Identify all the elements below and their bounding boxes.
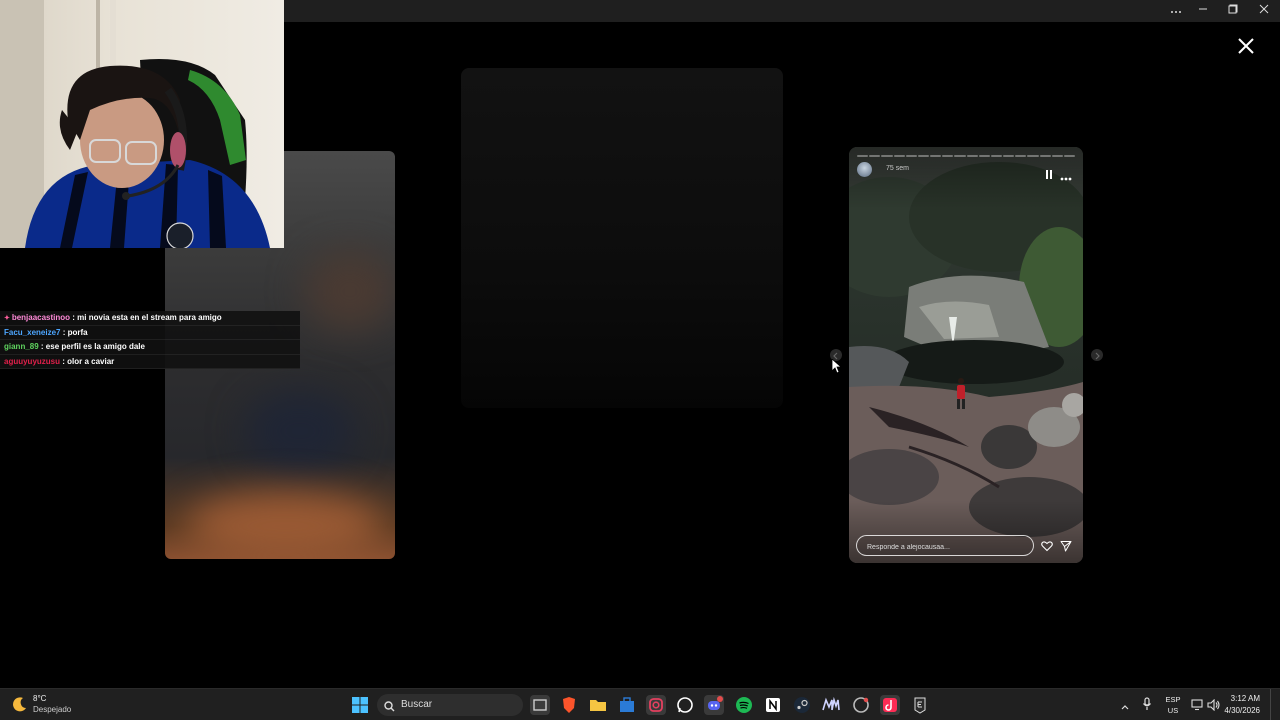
- heart-icon[interactable]: [1041, 539, 1053, 552]
- reply-input[interactable]: [857, 538, 1033, 557]
- chat-username: aguuyuyuzusu: [4, 356, 61, 366]
- search-icon: [384, 699, 395, 717]
- more-options-icon[interactable]: [1162, 3, 1190, 19]
- microphone-icon[interactable]: [1142, 697, 1152, 711]
- progress-segment: [954, 155, 966, 157]
- progress-segment: [1003, 155, 1015, 157]
- chat-message: ✦ benjaacastinoo : mi novia esta en el s…: [0, 311, 300, 326]
- taskbar: 8°C Despejado Buscar ESP US 3:12 AM 4/30…: [0, 688, 1280, 720]
- show-desktop-button[interactable]: [1270, 689, 1280, 720]
- cursor-icon: [831, 358, 843, 374]
- notion-icon[interactable]: [763, 695, 783, 715]
- chat-badge-icon: ✦: [4, 315, 12, 322]
- weather-temperature: 8°C: [33, 694, 47, 703]
- file-explorer-icon[interactable]: [588, 695, 608, 715]
- chat-message: Facu_xeneize7 : porfa: [0, 325, 300, 341]
- more-options-icon[interactable]: [1060, 168, 1072, 181]
- story-header: 75 sem: [857, 162, 1077, 181]
- webcam-feed: [0, 0, 284, 248]
- story-timestamp: 75 sem: [886, 165, 909, 172]
- steam-icon[interactable]: [792, 695, 812, 715]
- moon-weather-icon[interactable]: [12, 696, 28, 712]
- minimize-icon[interactable]: [1189, 3, 1217, 19]
- window-close-icon[interactable]: [1250, 3, 1278, 19]
- instagram-icon[interactable]: [646, 695, 666, 715]
- tiktok-icon[interactable]: [880, 695, 900, 715]
- mm-app-icon[interactable]: [821, 695, 841, 715]
- progress-segment: [966, 155, 978, 157]
- chat-text: : ese perfil es la amigo dale: [38, 342, 145, 352]
- chat-text: : olor a caviar: [60, 356, 115, 366]
- stream-chat: ✦ benjaacastinoo : mi novia esta en el s…: [0, 311, 300, 370]
- story-media[interactable]: [849, 147, 1083, 563]
- discord-icon[interactable]: [704, 695, 724, 715]
- windows-start-icon[interactable]: [352, 697, 368, 713]
- avatar[interactable]: [857, 162, 872, 177]
- pause-icon[interactable]: [1045, 166, 1053, 179]
- maximize-icon[interactable]: [1219, 3, 1247, 19]
- progress-segment: [930, 155, 942, 157]
- progress-segment: [869, 155, 881, 157]
- app-icon[interactable]: [851, 695, 871, 715]
- story-reply-field[interactable]: [856, 535, 1034, 557]
- whatsapp-icon[interactable]: [675, 695, 695, 715]
- progress-segment: [1063, 155, 1076, 157]
- chat-message: giann_89 : ese perfil es la amigo dale: [0, 340, 300, 355]
- clock[interactable]: 3:12 AM 4/30/2026: [1222, 693, 1260, 717]
- next-story-button[interactable]: [1091, 349, 1103, 361]
- clock-time: 3:12 AM: [1230, 694, 1260, 703]
- clock-date: 4/30/2026: [1224, 706, 1260, 715]
- story-placeholder-tile: [461, 68, 783, 408]
- progress-segment: [1039, 155, 1051, 157]
- search-label: Buscar: [401, 699, 433, 710]
- story-progress-bar: [857, 155, 1076, 157]
- weather-description: Despejado: [33, 705, 72, 714]
- epic-games-icon[interactable]: [910, 695, 930, 715]
- progress-segment: [917, 155, 930, 157]
- keyboard-layout: US: [1167, 706, 1179, 715]
- progress-segment: [1015, 155, 1027, 157]
- screen: ✦ benjaacastinoo : mi novia esta en el s…: [0, 0, 1280, 720]
- chevron-up-icon[interactable]: [1120, 699, 1130, 710]
- task-view-icon[interactable]: [530, 695, 550, 715]
- close-icon[interactable]: [1232, 32, 1260, 60]
- chat-username: giann_89: [4, 342, 39, 352]
- volume-icon[interactable]: [1207, 698, 1221, 712]
- chat-username: benjaacastinoo: [11, 313, 71, 322]
- progress-segment: [942, 155, 954, 157]
- progress-segment: [1027, 155, 1039, 157]
- brave-browser-icon[interactable]: [559, 695, 579, 715]
- network-icon[interactable]: [1191, 698, 1205, 711]
- taskbar-search[interactable]: Buscar: [377, 694, 523, 716]
- progress-segment: [905, 155, 917, 157]
- chat-username: Facu_xeneize7: [4, 327, 61, 337]
- progress-segment: [857, 155, 869, 157]
- chat-message: aguuyuyuzusu : olor a caviar: [0, 354, 300, 370]
- language-indicator[interactable]: ESP: [1162, 695, 1184, 704]
- send-icon[interactable]: [1060, 539, 1072, 552]
- chat-text: : porfa: [60, 327, 88, 337]
- microsoft-store-icon[interactable]: [617, 695, 637, 715]
- progress-segment: [990, 155, 1003, 157]
- progress-segment: [978, 155, 990, 157]
- spotify-icon[interactable]: [734, 695, 754, 715]
- progress-segment: [881, 155, 893, 157]
- progress-segment: [1051, 155, 1063, 157]
- progress-segment: [893, 155, 905, 157]
- chat-text: : mi novia esta en el stream para amigo: [70, 313, 222, 322]
